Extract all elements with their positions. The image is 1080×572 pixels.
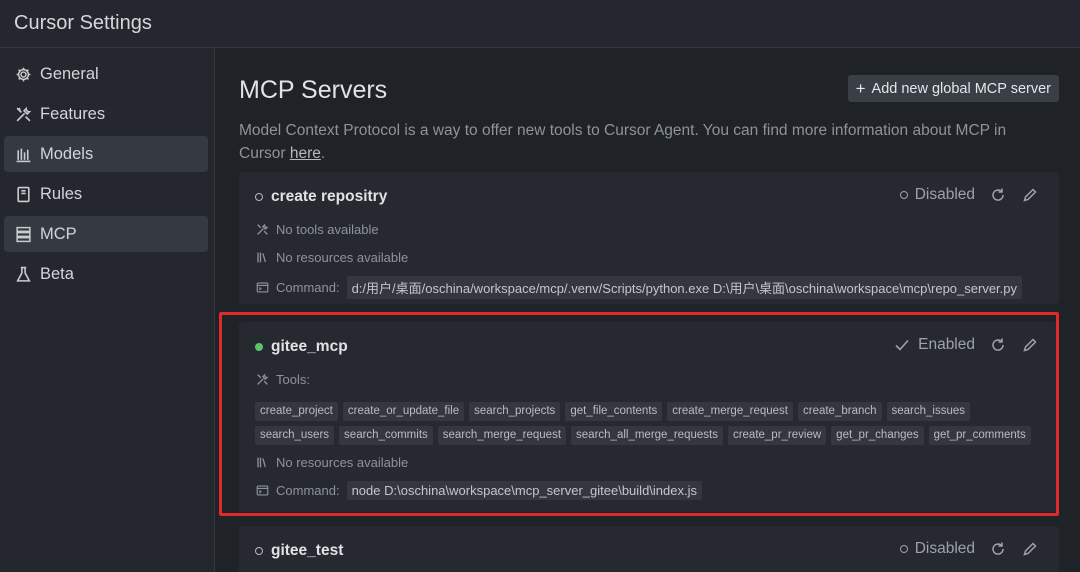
check-icon	[893, 336, 911, 354]
command-value: d:/用户/桌面/oschina/workspace/mcp/.venv/Scr…	[346, 276, 1023, 299]
tool-tag: get_pr_comments	[928, 426, 1031, 445]
page-title: MCP Servers	[239, 76, 388, 104]
server-status-label: Disabled	[914, 186, 975, 203]
server-header: gitee_mcp	[255, 338, 348, 356]
server-header: gitee_test	[255, 542, 343, 560]
resources-row: No resources available	[255, 250, 408, 265]
refresh-icon[interactable]	[989, 336, 1007, 354]
server-controls: Disabled	[899, 540, 1039, 558]
server-name: create repositry	[271, 188, 388, 205]
resources-row: No resources available	[255, 455, 408, 470]
sidebar-item-beta[interactable]: Beta	[4, 256, 208, 292]
tool-tag: create_or_update_file	[342, 402, 465, 421]
sidebar: General Features Models Rules MCP Beta	[0, 48, 215, 572]
server-toggle[interactable]: Disabled	[899, 540, 975, 558]
command-row: Command: node D:\oschina\workspace\mcp_s…	[255, 481, 702, 500]
tool-tag: search_projects	[469, 402, 561, 421]
sidebar-item-mcp[interactable]: MCP	[4, 216, 208, 252]
terminal-icon	[255, 281, 269, 295]
command-value: node D:\oschina\workspace\mcp_server_git…	[346, 481, 702, 500]
tool-tag: search_merge_request	[437, 426, 567, 445]
page-description: Model Context Protocol is a way to offer…	[239, 119, 1039, 165]
disabled-icon	[899, 191, 908, 199]
tool-tag: create_merge_request	[667, 402, 793, 421]
sidebar-item-label: Models	[40, 144, 94, 163]
server-toggle[interactable]: Disabled	[899, 186, 975, 204]
resources-label: No resources available	[276, 250, 409, 265]
tool-tag: create_branch	[797, 402, 882, 421]
resources-label: No resources available	[276, 455, 409, 470]
server-status-dot	[255, 547, 263, 555]
chart-icon	[14, 145, 32, 163]
server-name: gitee_mcp	[271, 338, 348, 355]
sidebar-item-label: General	[40, 64, 99, 83]
book-icon	[14, 185, 32, 203]
window-title: Cursor Settings	[14, 12, 152, 34]
mcp-server-card: gitee_test Disabled	[239, 526, 1059, 572]
add-global-mcp-server-button[interactable]: + Add new global MCP server	[847, 75, 1059, 102]
description-end: .	[320, 145, 326, 162]
tool-tag: search_users	[255, 426, 335, 445]
description-text: Model Context Protocol is a way to offer…	[239, 122, 1007, 162]
tool-tag: get_file_contents	[565, 402, 663, 421]
terminal-icon	[255, 484, 269, 498]
main-panel: MCP Servers + Add new global MCP server …	[216, 48, 1080, 572]
sidebar-item-label: Beta	[40, 264, 74, 283]
more-info-link[interactable]: here	[290, 145, 321, 162]
sidebar-item-rules[interactable]: Rules	[4, 176, 208, 212]
command-label: Command:	[276, 483, 340, 498]
tools-row: No tools available	[255, 222, 379, 237]
server-controls: Enabled	[893, 336, 1039, 354]
sidebar-item-models[interactable]: Models	[4, 136, 208, 172]
server-header: create repositry	[255, 188, 387, 206]
disabled-icon	[899, 545, 908, 553]
edit-icon[interactable]	[1021, 186, 1039, 204]
add-button-label: Add new global MCP server	[871, 80, 1051, 97]
server-controls: Disabled	[899, 186, 1039, 204]
sidebar-item-label: Rules	[40, 184, 83, 203]
mcp-server-card: create repositry Disabled No tools avail…	[239, 172, 1059, 304]
flask-icon	[14, 265, 32, 283]
tool-tag: search_all_merge_requests	[571, 426, 723, 445]
edit-icon[interactable]	[1021, 336, 1039, 354]
server-toggle[interactable]: Enabled	[893, 336, 975, 354]
sidebar-item-label: Features	[40, 104, 106, 123]
sidebar-item-features[interactable]: Features	[4, 96, 208, 132]
server-status-dot	[255, 193, 263, 201]
tools-icon	[14, 105, 32, 123]
server-icon	[14, 225, 32, 243]
command-row: Command: d:/用户/桌面/oschina/workspace/mcp/…	[255, 276, 1023, 299]
tool-tag: search_commits	[339, 426, 433, 445]
edit-icon[interactable]	[1021, 540, 1039, 558]
tools-label: No tools available	[276, 222, 379, 237]
gear-icon	[14, 65, 32, 83]
library-icon	[255, 456, 269, 470]
tool-tag: create_pr_review	[727, 426, 827, 445]
server-status-dot	[255, 343, 263, 351]
tool-tag: search_issues	[886, 402, 971, 421]
tool-tags: create_project create_or_update_file sea…	[255, 402, 1045, 445]
tools-label: Tools:	[276, 372, 310, 387]
plus-icon: +	[855, 79, 866, 98]
tool-tag: create_project	[255, 402, 338, 421]
sidebar-item-general[interactable]: General	[4, 56, 208, 92]
command-label: Command:	[276, 280, 340, 295]
refresh-icon[interactable]	[989, 186, 1007, 204]
mcp-server-card: gitee_mcp Enabled Tools: create_project …	[239, 322, 1059, 512]
tools-icon	[255, 373, 269, 387]
sidebar-item-label: MCP	[40, 224, 77, 243]
server-status-label: Disabled	[914, 540, 975, 557]
library-icon	[255, 251, 269, 265]
refresh-icon[interactable]	[989, 540, 1007, 558]
server-name: gitee_test	[271, 542, 344, 559]
server-status-label: Enabled	[918, 336, 975, 353]
tool-tag: get_pr_changes	[831, 426, 924, 445]
tools-icon	[255, 223, 269, 237]
title-bar: Cursor Settings	[0, 0, 1080, 48]
tools-row: Tools:	[255, 372, 310, 387]
